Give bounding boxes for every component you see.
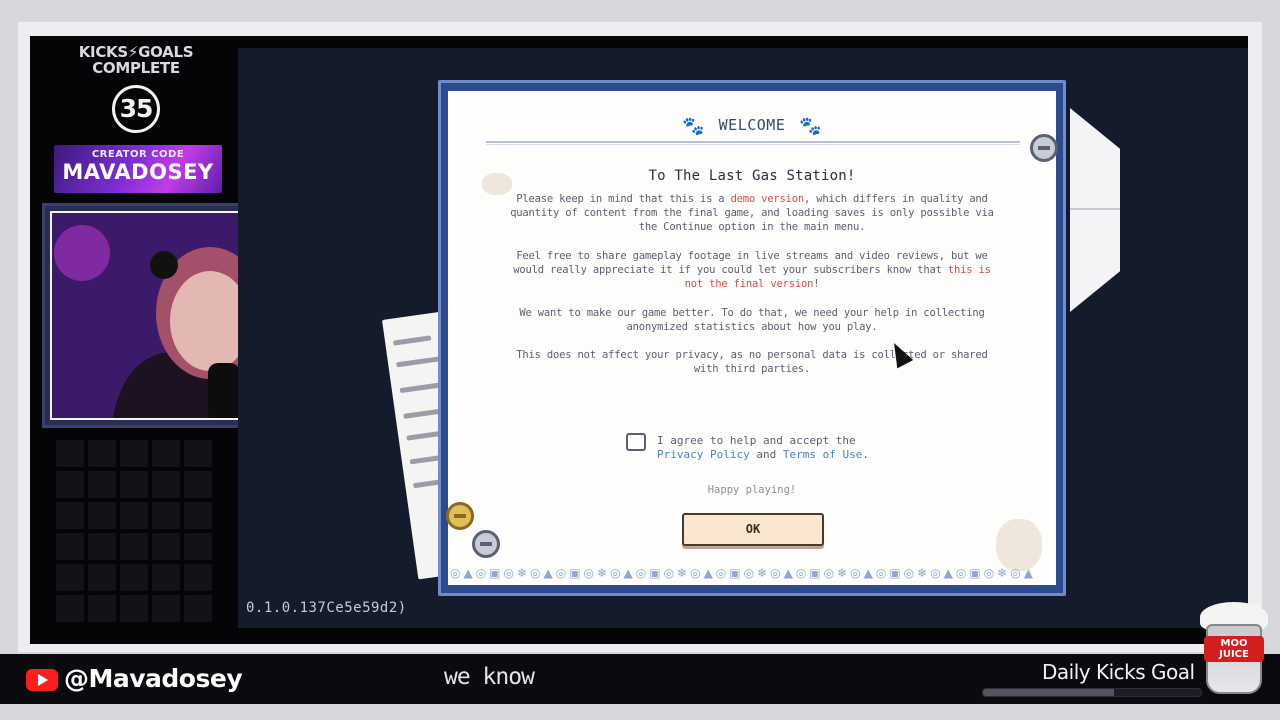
privacy-paragraph: This does not affect your privacy, as no…: [516, 349, 988, 375]
creator-code-banner: CREATOR CODE MAVADOSEY: [54, 145, 222, 193]
paw-icon: 🐾: [682, 116, 705, 137]
live-caption: we know: [444, 664, 535, 690]
channel-handle: @Mavadosey: [64, 664, 243, 693]
footage-notice-paragraph: Feel free to share gameplay footage in l…: [513, 250, 991, 290]
moo-juice-logo: MOO JUICE: [1198, 596, 1270, 696]
goal-title-line2: COMPLETE: [92, 59, 180, 77]
agree-checkbox[interactable]: [626, 433, 646, 451]
bolt-icon: [472, 530, 500, 558]
demo-notice-paragraph: Please keep in mind that this is a demo …: [510, 193, 994, 233]
dialog-title: To The Last Gas Station!: [648, 168, 856, 184]
header-divider: [486, 141, 1020, 145]
decorative-border-pattern: ◎▲◎▣◎❄◎▲◎▣◎❄◎▲◎▣◎❄◎▲◎▣◎❄◎▲◎▣◎❄◎▲◎▣◎❄◎▲◎▣…: [450, 566, 1036, 580]
welcome-dialog: 🐾 WELCOME 🐾 To The Last Gas Station! Pleas…: [448, 91, 1056, 585]
demo-version-highlight: demo version: [730, 193, 805, 205]
bolt-icon: [1030, 134, 1058, 162]
creator-code-label: CREATOR CODE: [91, 149, 185, 160]
sticker-grid: [54, 438, 218, 628]
statistics-paragraph: We want to make our game better. To do t…: [519, 307, 985, 333]
privacy-policy-link[interactable]: Privacy Policy: [657, 448, 750, 461]
youtube-icon: [26, 669, 58, 691]
dialog-header-title: WELCOME: [718, 116, 786, 134]
goal-count-badge: 35: [112, 85, 160, 133]
kicks-goals-title: KICKS⚡GOALS COMPLETE: [62, 44, 210, 76]
happy-playing-text: Happy playing!: [707, 484, 797, 496]
stain-decoration: [996, 519, 1042, 571]
agree-label: I agree to help and accept the Privacy P…: [657, 434, 869, 461]
creator-code-name: MAVADOSEY: [62, 160, 214, 184]
daily-goal-progress-bar: [982, 688, 1202, 697]
daily-goal-label: Daily Kicks Goal: [1042, 660, 1195, 684]
dialog-header: 🐾 WELCOME 🐾: [448, 115, 1056, 137]
moo-juice-label: MOO JUICE: [1204, 636, 1264, 662]
game-version-label: 0.1.0.137Ce5e59d2): [246, 600, 407, 616]
goal-title-line1: KICKS⚡GOALS: [78, 43, 194, 61]
daily-goal-progress-fill: [983, 689, 1114, 696]
terms-of-use-link[interactable]: Terms of Use: [783, 448, 862, 461]
ok-button[interactable]: OK: [682, 513, 824, 546]
bolt-icon: [446, 502, 474, 530]
paw-icon: 🐾: [799, 116, 822, 137]
